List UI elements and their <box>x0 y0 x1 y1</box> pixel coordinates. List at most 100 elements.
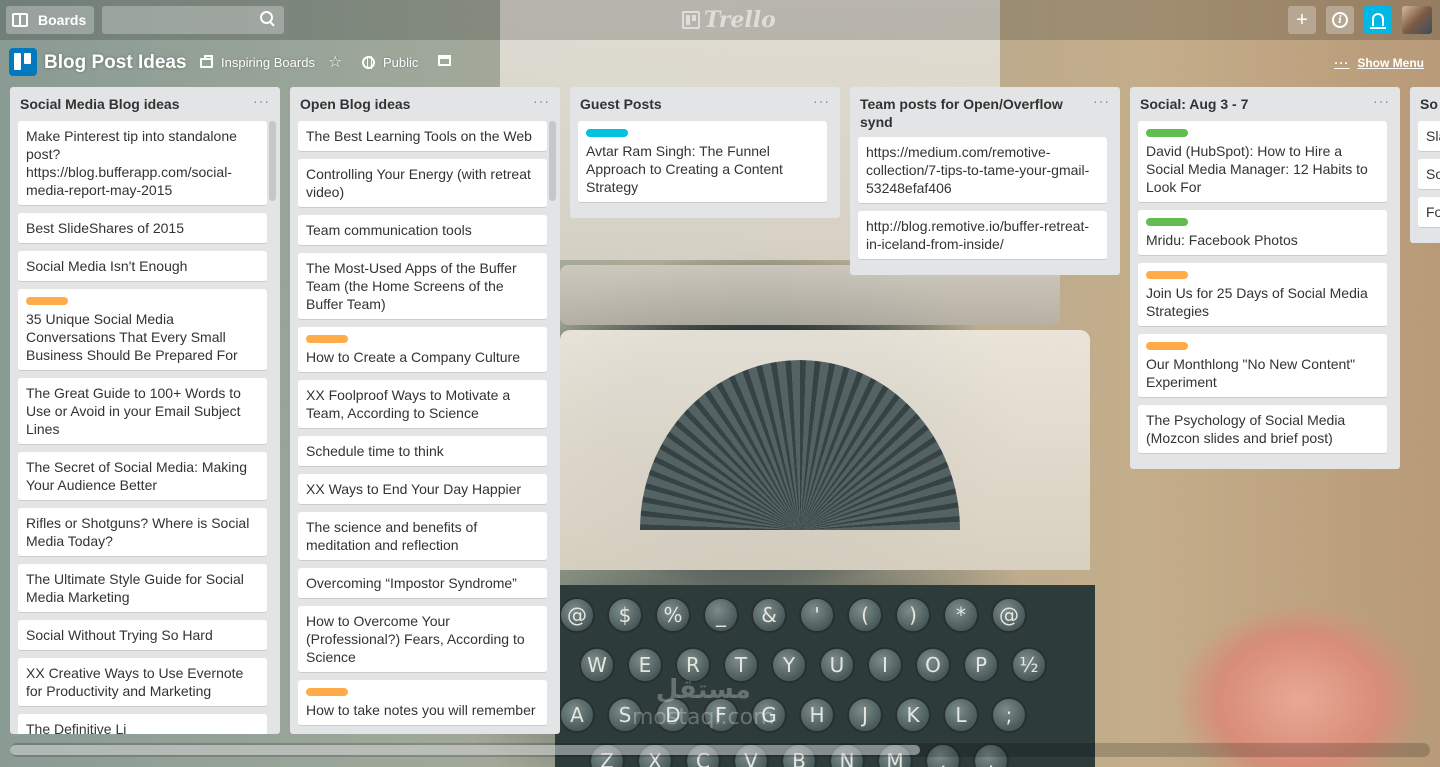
card-title: The science and benefits of meditation a… <box>306 519 478 553</box>
background-key: ; <box>991 697 1027 733</box>
card[interactable]: Controlling Your Energy (with retreat vi… <box>298 159 547 208</box>
search-input[interactable] <box>102 6 284 34</box>
card[interactable]: Team communication tools <box>298 215 547 246</box>
card[interactable]: The Secret of Social Media: Making Your … <box>18 452 267 501</box>
bell-icon <box>1370 12 1386 29</box>
card[interactable]: Sla gu <box>1418 121 1440 152</box>
card[interactable]: David (HubSpot): How to Hire a Social Me… <box>1138 121 1387 203</box>
list-menu-icon[interactable]: ··· <box>1093 93 1110 109</box>
horizontal-scrollbar-thumb[interactable] <box>10 745 920 755</box>
list-title[interactable]: Guest Posts <box>570 87 840 115</box>
list-scrollbar[interactable] <box>269 121 276 201</box>
background-key: W <box>579 647 615 683</box>
star-button[interactable]: ☆ <box>328 52 342 72</box>
card[interactable]: So <box>1418 159 1440 190</box>
card-title: Our Monthlong "No New Content" Experimen… <box>1146 356 1356 390</box>
card[interactable]: The Psychology of Social Media (Mozcon s… <box>1138 405 1387 454</box>
background-key: J <box>847 697 883 733</box>
top-bar: Boards Trello + i <box>0 0 1440 40</box>
card[interactable]: The Best Learning Tools on the Web <box>298 121 547 152</box>
list: Team posts for Open/Overflow synd ··· http… <box>850 87 1120 275</box>
watermark: مستقل mostaql.com <box>632 676 775 732</box>
card[interactable]: How to take notes you will remember <box>298 680 547 726</box>
list-title[interactable]: Social: Aug 3 - 7 <box>1130 87 1400 115</box>
background-key: O <box>915 647 951 683</box>
background-key: L <box>943 697 979 733</box>
organization-button[interactable]: Inspiring Boards <box>200 54 315 70</box>
show-menu-link[interactable]: ··· Show Menu <box>1334 56 1424 70</box>
card[interactable]: Our Monthlong "No New Content" Experimen… <box>1138 334 1387 398</box>
list: Social Media Blog ideas ··· Make Pinterest… <box>10 87 280 734</box>
card-title: Make Pinterest tip into standalone post?… <box>26 128 237 198</box>
search-icon[interactable] <box>260 11 273 24</box>
card-list: https://medium.com/remotive-collection/7… <box>850 131 1120 275</box>
card[interactable]: Best SlideShares of 2015 <box>18 213 267 244</box>
card[interactable]: XX Creative Ways to Use Evernote for Pro… <box>18 658 267 707</box>
card[interactable]: Social Without Trying So Hard <box>18 620 267 651</box>
notifications-button[interactable] <box>1364 6 1392 34</box>
list-menu-icon[interactable]: ··· <box>253 93 270 109</box>
visibility-label: Public <box>383 55 419 70</box>
list-title[interactable]: Team posts for Open/Overflow synd <box>850 87 1120 131</box>
card[interactable]: Rifles or Shotguns? Where is Social Medi… <box>18 508 267 557</box>
card-title: http://blog.remotive.io/buffer-retreat-i… <box>866 218 1090 252</box>
card-title: Team communication tools <box>306 222 472 238</box>
card[interactable]: https://medium.com/remotive-collection/7… <box>858 137 1107 204</box>
list-menu-icon[interactable]: ··· <box>1373 93 1390 109</box>
card-title: Controlling Your Energy (with retreat vi… <box>306 166 531 200</box>
list-scrollbar[interactable] <box>549 121 556 201</box>
show-menu-label: Show Menu <box>1357 56 1424 70</box>
list-menu-icon[interactable]: ··· <box>533 93 550 109</box>
list-title[interactable]: Social Media Blog ideas <box>10 87 280 115</box>
card[interactable]: Schedule time to think <box>298 436 547 467</box>
background-key: @ <box>991 597 1027 633</box>
card[interactable]: Overcoming “Impostor Syndrome” <box>298 568 547 599</box>
card[interactable]: The Great Guide to 100+ Words to Use or … <box>18 378 267 445</box>
plus-icon: + <box>1296 8 1308 31</box>
background-key: H <box>799 697 835 733</box>
list-title[interactable]: Open Blog ideas <box>290 87 560 115</box>
organization-label: Inspiring Boards <box>221 55 315 70</box>
card-title: David (HubSpot): How to Hire a Social Me… <box>1146 143 1368 195</box>
watermark-line2: mostaql.com <box>632 705 775 730</box>
card[interactable]: Join Us for 25 Days of Social Media Stra… <box>1138 263 1387 327</box>
card-title: Social Media Isn't Enough <box>26 258 188 274</box>
card[interactable]: 35 Unique Social Media Conversations Tha… <box>18 289 267 371</box>
card[interactable]: http://blog.remotive.io/buffer-retreat-i… <box>858 211 1107 260</box>
background-key: % <box>655 597 691 633</box>
archive-button[interactable] <box>438 55 451 66</box>
avatar[interactable] <box>1402 6 1432 34</box>
card[interactable]: The science and benefits of meditation a… <box>298 512 547 561</box>
card-label <box>1146 271 1188 279</box>
card[interactable]: Social Media Isn't Enough <box>18 251 267 282</box>
card[interactable]: The Most-Used Apps of the Buffer Team (t… <box>298 253 547 320</box>
card[interactable]: XX Ways to End Your Day Happier <box>298 474 547 505</box>
info-button[interactable]: i <box>1326 6 1354 34</box>
visibility-button[interactable]: Public <box>362 55 418 70</box>
card[interactable]: The Definitive Li <box>18 714 267 734</box>
add-button[interactable]: + <box>1288 6 1316 34</box>
card[interactable]: Fo Ge <box>1418 197 1440 228</box>
card[interactable]: Avtar Ram Singh: The Funnel Approach to … <box>578 121 827 203</box>
trello-logo[interactable]: Trello <box>682 7 776 33</box>
board-header: Blog Post Ideas Inspiring Boards ☆ Publi… <box>0 44 1440 82</box>
card-title: Sla gu <box>1426 128 1440 144</box>
card[interactable]: Mridu: Facebook Photos <box>1138 210 1387 256</box>
list-menu-icon[interactable]: ··· <box>813 93 830 109</box>
boards-button[interactable]: Boards <box>6 6 94 34</box>
card-title: The Ultimate Style Guide for Social Medi… <box>26 571 244 605</box>
background-key: & <box>751 597 787 633</box>
card-title: XX Ways to End Your Day Happier <box>306 481 522 497</box>
card[interactable]: How to Create a Company Culture <box>298 327 547 373</box>
globe-icon <box>362 56 375 69</box>
card[interactable]: XX Foolproof Ways to Motivate a Team, Ac… <box>298 380 547 429</box>
card[interactable]: Make Pinterest tip into standalone post?… <box>18 121 267 206</box>
board-title[interactable]: Blog Post Ideas <box>44 52 187 74</box>
card-title: XX Creative Ways to Use Evernote for Pro… <box>26 665 244 699</box>
list-title[interactable]: So <box>1410 87 1440 115</box>
card-title: 35 Unique Social Media Conversations Tha… <box>26 311 238 363</box>
card[interactable]: How to Overcome Your (Professional?) Fea… <box>298 606 547 673</box>
horizontal-scrollbar[interactable] <box>10 743 1430 757</box>
card-list: The Best Learning Tools on the Web Contro… <box>290 115 560 734</box>
card[interactable]: The Ultimate Style Guide for Social Medi… <box>18 564 267 613</box>
